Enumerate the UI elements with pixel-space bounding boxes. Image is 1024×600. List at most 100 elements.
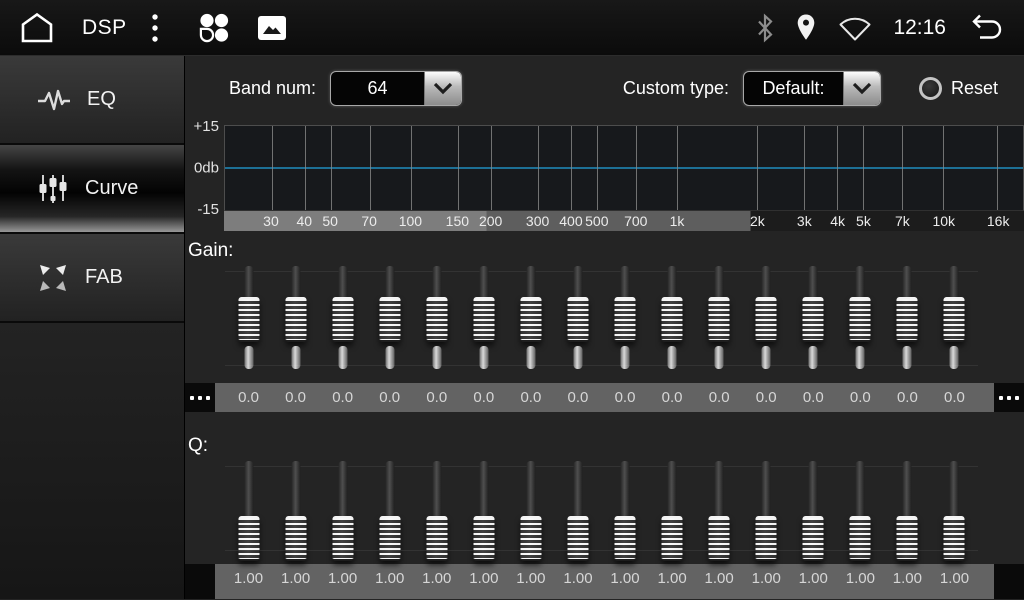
slider-knob[interactable] xyxy=(567,516,588,561)
scroll-bands-left-button[interactable] xyxy=(185,383,215,412)
slider-knob[interactable] xyxy=(238,297,259,342)
slider-track-lower xyxy=(526,346,535,369)
q-band-slider[interactable] xyxy=(319,459,366,559)
slider-knob[interactable] xyxy=(426,297,447,342)
chevron-down-icon[interactable] xyxy=(424,72,461,105)
gain-band-slider[interactable] xyxy=(790,264,837,374)
gain-band-slider[interactable] xyxy=(602,264,649,374)
freq-tick-label: 3k xyxy=(797,213,812,229)
slider-knob[interactable] xyxy=(567,297,588,342)
slider-knob[interactable] xyxy=(850,516,871,561)
gain-band-value: 0.0 xyxy=(649,383,696,412)
slider-knob[interactable] xyxy=(615,516,636,561)
gain-band-slider[interactable] xyxy=(460,264,507,374)
freq-tick-label: 200 xyxy=(479,213,502,229)
q-band-slider[interactable] xyxy=(507,459,554,559)
gain-band-slider[interactable] xyxy=(554,264,601,374)
slider-knob[interactable] xyxy=(803,516,824,561)
gain-band-slider[interactable] xyxy=(884,264,931,374)
q-band-value: 1.00 xyxy=(837,564,884,599)
q-band-slider[interactable] xyxy=(366,459,413,559)
slider-knob[interactable] xyxy=(756,297,777,342)
q-band-slider[interactable] xyxy=(931,459,978,559)
slider-knob[interactable] xyxy=(803,297,824,342)
slider-knob[interactable] xyxy=(379,297,400,342)
slider-knob[interactable] xyxy=(662,516,683,561)
slider-knob[interactable] xyxy=(709,516,730,561)
gain-band-slider[interactable] xyxy=(319,264,366,374)
gain-band-slider[interactable] xyxy=(743,264,790,374)
slider-knob[interactable] xyxy=(897,516,918,561)
q-band-slider[interactable] xyxy=(460,459,507,559)
gain-band-slider[interactable] xyxy=(272,264,319,374)
q-band-slider[interactable] xyxy=(413,459,460,559)
plot-gridline xyxy=(538,126,539,210)
slider-knob[interactable] xyxy=(520,297,541,342)
gallery-icon[interactable] xyxy=(257,15,287,41)
gain-band-slider[interactable] xyxy=(837,264,884,374)
gain-band-slider[interactable] xyxy=(225,264,272,374)
q-band-slider[interactable] xyxy=(554,459,601,559)
slider-knob[interactable] xyxy=(379,516,400,561)
slider-knob[interactable] xyxy=(285,297,306,342)
q-band-slider[interactable] xyxy=(272,459,319,559)
slider-knob[interactable] xyxy=(850,297,871,342)
back-return-icon[interactable] xyxy=(966,12,1008,44)
gain-band-slider[interactable] xyxy=(696,264,743,374)
slider-knob[interactable] xyxy=(662,297,683,342)
slider-knob[interactable] xyxy=(473,297,494,342)
q-band-slider[interactable] xyxy=(743,459,790,559)
q-band-slider[interactable] xyxy=(602,459,649,559)
apps-clover-icon[interactable] xyxy=(195,11,233,45)
sidebar-item-eq[interactable]: EQ xyxy=(0,56,184,145)
plot-gridline xyxy=(943,126,944,210)
home-icon[interactable] xyxy=(16,10,58,46)
slider-knob[interactable] xyxy=(426,516,447,561)
gain-band-slider[interactable] xyxy=(931,264,978,374)
gain-band-slider[interactable] xyxy=(413,264,460,374)
slider-knob[interactable] xyxy=(709,297,730,342)
gain-band-slider[interactable] xyxy=(507,264,554,374)
q-band-value: 1.00 xyxy=(790,564,837,599)
chevron-down-icon[interactable] xyxy=(843,72,880,105)
slider-knob[interactable] xyxy=(756,516,777,561)
gain-band-slider[interactable] xyxy=(649,264,696,374)
sidebar-item-curve[interactable]: Curve xyxy=(0,145,184,234)
gain-band-slider[interactable] xyxy=(366,264,413,374)
slider-knob[interactable] xyxy=(238,516,259,561)
slider-knob[interactable] xyxy=(473,516,494,561)
gain-band-value: 0.0 xyxy=(460,383,507,412)
slider-track-lower xyxy=(668,346,677,369)
q-band-slider[interactable] xyxy=(790,459,837,559)
gain-band-value: 0.0 xyxy=(225,383,272,412)
slider-knob[interactable] xyxy=(520,516,541,561)
q-band-value: 1.00 xyxy=(413,564,460,599)
kebab-menu-icon[interactable] xyxy=(151,12,159,44)
q-band-slider[interactable] xyxy=(649,459,696,559)
q-band-slider[interactable] xyxy=(837,459,884,559)
sidebar-item-fab[interactable]: FAB xyxy=(0,234,184,323)
slider-knob[interactable] xyxy=(897,297,918,342)
custom-type-select[interactable]: Default: xyxy=(743,71,881,106)
q-band-slider[interactable] xyxy=(884,459,931,559)
slider-knob[interactable] xyxy=(332,516,353,561)
gain-band-value: 0.0 xyxy=(554,383,601,412)
plot-gridline xyxy=(863,126,864,210)
reset-button[interactable]: Reset xyxy=(919,77,998,100)
slider-track-upper xyxy=(385,461,394,523)
slider-knob[interactable] xyxy=(615,297,636,342)
slider-track-upper xyxy=(715,461,724,523)
slider-knob[interactable] xyxy=(944,297,965,342)
q-band-slider[interactable] xyxy=(696,459,743,559)
scroll-bands-right-button[interactable] xyxy=(994,564,1024,599)
radio-circle-icon xyxy=(919,77,942,100)
scroll-bands-left-button[interactable] xyxy=(185,564,215,599)
gain-band-value: 0.0 xyxy=(790,383,837,412)
q-band-slider[interactable] xyxy=(225,459,272,559)
slider-knob[interactable] xyxy=(944,516,965,561)
scroll-bands-right-button[interactable] xyxy=(994,383,1024,412)
plot-gridline xyxy=(837,126,838,210)
slider-knob[interactable] xyxy=(285,516,306,561)
band-num-select[interactable]: 64 xyxy=(330,71,462,106)
slider-knob[interactable] xyxy=(332,297,353,342)
